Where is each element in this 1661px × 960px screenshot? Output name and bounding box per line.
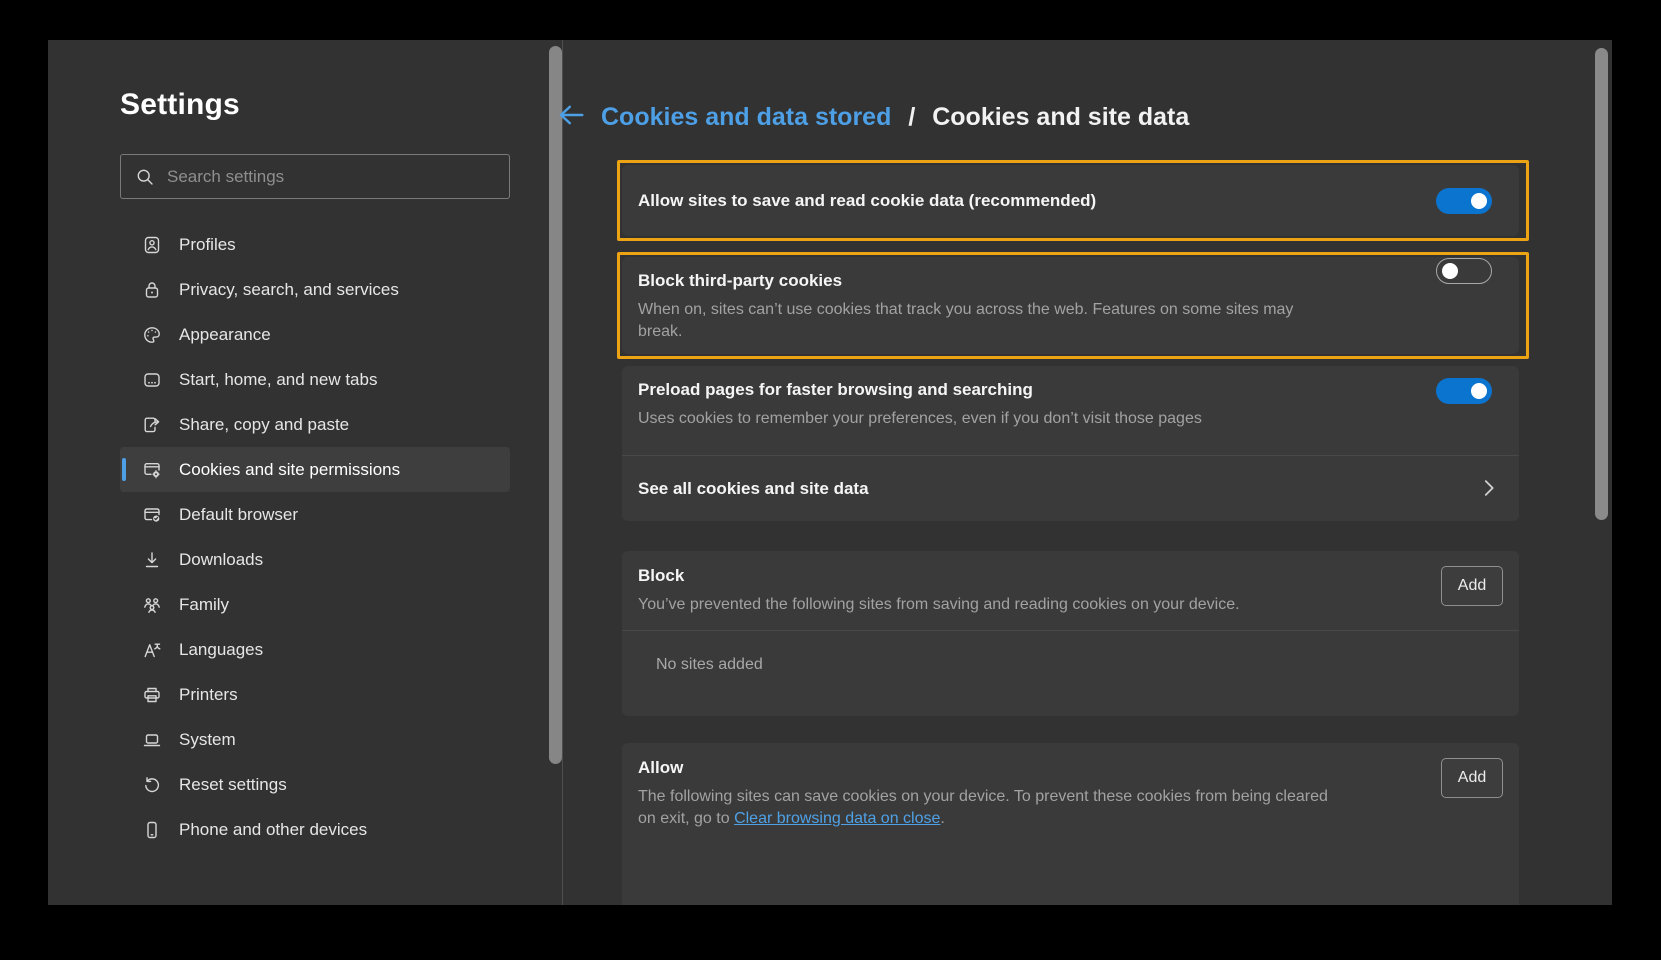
sidebar-item-cookies-site-permissions[interactable]: Cookies and site permissions	[120, 447, 510, 492]
sidebar-item-label: Start, home, and new tabs	[179, 370, 377, 390]
chevron-right-icon	[1478, 477, 1500, 499]
search-input[interactable]	[167, 167, 495, 187]
preload-description: Uses cookies to remember your preference…	[638, 408, 1503, 430]
preload-see-all-card: Preload pages for faster browsing and se…	[622, 366, 1519, 521]
default-browser-icon	[142, 505, 162, 525]
sidebar-item-family[interactable]: Family	[120, 582, 510, 627]
download-icon	[142, 550, 162, 570]
phone-icon	[142, 820, 162, 840]
sidebar-item-label: Printers	[179, 685, 238, 705]
block-section-title: Block	[638, 566, 1240, 586]
cookies-permissions-icon	[142, 460, 162, 480]
sidebar-nav: Profiles Privacy, search, and services A…	[120, 222, 510, 852]
search-icon	[135, 167, 155, 187]
sidebar-item-label: Cookies and site permissions	[179, 460, 400, 480]
block-add-button[interactable]: Add	[1441, 566, 1503, 606]
block-third-party-description: When on, sites can’t use cookies that tr…	[638, 299, 1338, 343]
block-third-party-toggle[interactable]	[1436, 258, 1492, 284]
sidebar-item-printers[interactable]: Printers	[120, 672, 510, 717]
sidebar-item-label: Default browser	[179, 505, 298, 525]
sidebar-item-label: Privacy, search, and services	[179, 280, 399, 300]
settings-page-title: Settings	[120, 88, 240, 122]
share-icon	[142, 415, 162, 435]
palette-icon	[142, 325, 162, 345]
sidebar-item-profiles[interactable]: Profiles	[120, 222, 510, 267]
sidebar-item-label: System	[179, 730, 236, 750]
block-sites-card: Block You’ve prevented the following sit…	[622, 551, 1519, 716]
clear-browsing-data-link[interactable]: Clear browsing data on close	[734, 810, 940, 827]
sidebar-item-privacy[interactable]: Privacy, search, and services	[120, 267, 510, 312]
sidebar-item-start-home-tabs[interactable]: Start, home, and new tabs	[120, 357, 510, 402]
breadcrumb-parent-link[interactable]: Cookies and data stored	[601, 103, 891, 131]
back-button[interactable]	[556, 102, 586, 132]
block-empty-state: No sites added	[622, 631, 1519, 698]
laptop-icon	[142, 730, 162, 750]
allow-section-description: The following sites can save cookies on …	[638, 786, 1338, 830]
allow-section-title: Allow	[638, 758, 1338, 778]
allow-cookies-title: Allow sites to save and read cookie data…	[622, 191, 1096, 211]
preload-title: Preload pages for faster browsing and se…	[638, 380, 1503, 400]
family-icon	[142, 595, 162, 615]
sidebar-item-label: Phone and other devices	[179, 820, 367, 840]
settings-search-box[interactable]	[120, 154, 510, 199]
sidebar-item-share-copy-paste[interactable]: Share, copy and paste	[120, 402, 510, 447]
preload-toggle[interactable]	[1436, 378, 1492, 404]
profiles-icon	[142, 235, 162, 255]
sidebar-item-phone-other-devices[interactable]: Phone and other devices	[120, 807, 510, 852]
breadcrumb: Cookies and data stored / Cookies and si…	[601, 103, 1189, 132]
sidebar-item-label: Reset settings	[179, 775, 287, 795]
sidebar-item-reset-settings[interactable]: Reset settings	[120, 762, 510, 807]
toggle-knob	[1471, 383, 1487, 399]
sidebar-item-default-browser[interactable]: Default browser	[120, 492, 510, 537]
page-header: Cookies and data stored / Cookies and si…	[556, 102, 1189, 132]
new-tab-icon	[142, 370, 162, 390]
back-arrow-icon	[556, 100, 586, 135]
toggle-knob	[1442, 263, 1458, 279]
see-all-cookies-row[interactable]: See all cookies and site data	[622, 456, 1519, 521]
sidebar-item-label: Profiles	[179, 235, 236, 255]
settings-window: Settings Profiles Privacy, search, and s…	[48, 40, 1612, 905]
allow-cookies-card: Allow sites to save and read cookie data…	[622, 165, 1519, 236]
allow-cookies-toggle[interactable]	[1436, 188, 1492, 214]
content-scrollbar-thumb[interactable]	[1595, 48, 1608, 520]
sidebar-item-label: Appearance	[179, 325, 271, 345]
allow-description-suffix: .	[940, 810, 944, 827]
sidebar-item-label: Family	[179, 595, 229, 615]
breadcrumb-separator: /	[908, 103, 915, 131]
printer-icon	[142, 685, 162, 705]
sidebar-scrollbar-track	[562, 40, 563, 905]
sidebar-item-label: Languages	[179, 640, 263, 660]
sidebar-item-downloads[interactable]: Downloads	[120, 537, 510, 582]
sidebar-item-system[interactable]: System	[120, 717, 510, 762]
sidebar-scrollbar-thumb[interactable]	[549, 46, 562, 764]
reset-icon	[142, 775, 162, 795]
block-section-description: You’ve prevented the following sites fro…	[638, 594, 1240, 616]
preload-row: Preload pages for faster browsing and se…	[622, 366, 1519, 455]
sidebar-item-label: Downloads	[179, 550, 263, 570]
languages-icon	[142, 640, 162, 660]
allow-sites-card: Allow The following sites can save cooki…	[622, 743, 1519, 905]
sidebar-item-languages[interactable]: Languages	[120, 627, 510, 672]
lock-icon	[142, 280, 162, 300]
sidebar-item-label: Share, copy and paste	[179, 415, 349, 435]
toggle-knob	[1471, 193, 1487, 209]
see-all-cookies-title: See all cookies and site data	[638, 479, 869, 499]
allow-add-button[interactable]: Add	[1441, 758, 1503, 798]
block-third-party-card: Block third-party cookies When on, sites…	[622, 257, 1519, 354]
sidebar-item-appearance[interactable]: Appearance	[120, 312, 510, 357]
block-third-party-title: Block third-party cookies	[638, 271, 1503, 291]
breadcrumb-current: Cookies and site data	[932, 103, 1189, 131]
